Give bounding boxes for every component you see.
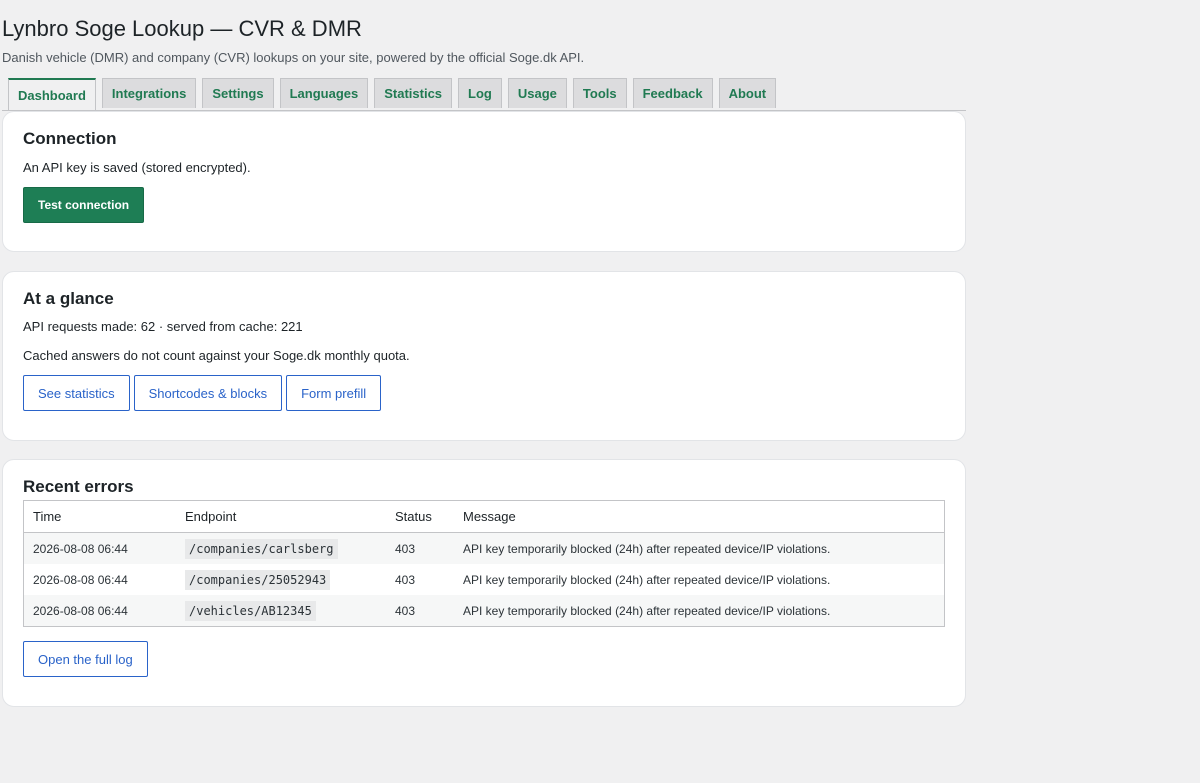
column-header-status: Status — [386, 500, 454, 533]
tab-integrations[interactable]: Integrations — [101, 78, 197, 108]
form-prefill-button[interactable]: Form prefill — [286, 375, 382, 411]
connection-card: Connection An API key is saved (stored e… — [2, 111, 966, 252]
glance-stats: API requests made: 62 · served from cach… — [23, 319, 303, 334]
cell-endpoint: /companies/carlsberg — [176, 532, 386, 564]
connection-status: An API key is saved (stored encrypted). — [23, 160, 251, 175]
page-subtitle: Danish vehicle (DMR) and company (CVR) l… — [2, 50, 585, 65]
connection-heading: Connection — [23, 129, 117, 148]
cell-message: API key temporarily blocked (24h) after … — [454, 595, 945, 627]
endpoint-code: /companies/25052943 — [185, 569, 331, 590]
table-row: 2026-08-08 06:44 /companies/25052943 403… — [23, 564, 945, 595]
cell-status: 403 — [386, 595, 454, 627]
cell-endpoint: /vehicles/AB12345 — [176, 595, 386, 627]
errors-heading: Recent errors — [23, 477, 134, 496]
test-connection-button[interactable]: Test connection — [23, 187, 145, 223]
page-title: Lynbro Soge Lookup — CVR & DMR — [2, 16, 362, 41]
glance-note: Cached answers do not count against your… — [23, 348, 410, 363]
cell-message: API key temporarily blocked (24h) after … — [454, 532, 945, 564]
see-statistics-button[interactable]: See statistics — [23, 375, 130, 411]
table-header-row: Time Endpoint Status Message — [23, 500, 945, 533]
glance-button-row: See statistics Shortcodes & blocks Form … — [23, 375, 385, 411]
cell-message: API key temporarily blocked (24h) after … — [454, 564, 945, 595]
errors-table: Time Endpoint Status Message 2026-08-08 … — [23, 500, 945, 627]
cell-endpoint: /companies/25052943 — [176, 564, 386, 595]
cell-status: 403 — [386, 532, 454, 564]
tab-usage[interactable]: Usage — [507, 78, 567, 108]
errors-card: Recent errors Time Endpoint Status Messa… — [2, 459, 966, 707]
glance-heading: At a glance — [23, 289, 114, 308]
column-header-time: Time — [23, 500, 176, 533]
tab-bar: Dashboard Integrations Settings Language… — [8, 78, 782, 110]
tab-languages[interactable]: Languages — [279, 78, 369, 108]
cell-status: 403 — [386, 564, 454, 595]
tab-statistics[interactable]: Statistics — [374, 78, 453, 108]
table-row: 2026-08-08 06:44 /companies/carlsberg 40… — [23, 532, 945, 564]
log-button-row: Open the full log — [23, 641, 152, 677]
cell-time: 2026-08-08 06:44 — [23, 532, 176, 564]
shortcodes-blocks-button[interactable]: Shortcodes & blocks — [133, 375, 283, 411]
column-header-message: Message — [454, 500, 945, 533]
glance-card: At a glance API requests made: 62 · serv… — [2, 271, 966, 441]
tab-dashboard[interactable]: Dashboard — [8, 78, 96, 110]
column-header-endpoint: Endpoint — [176, 500, 386, 533]
table-row: 2026-08-08 06:44 /vehicles/AB12345 403 A… — [23, 595, 945, 627]
tab-feedback[interactable]: Feedback — [632, 78, 713, 108]
tab-log[interactable]: Log — [458, 78, 502, 108]
endpoint-code: /companies/carlsberg — [185, 538, 338, 559]
cell-time: 2026-08-08 06:44 — [23, 564, 176, 595]
endpoint-code: /vehicles/AB12345 — [185, 600, 316, 621]
tab-tools[interactable]: Tools — [572, 78, 627, 108]
cell-time: 2026-08-08 06:44 — [23, 595, 176, 627]
tab-settings[interactable]: Settings — [202, 78, 274, 108]
open-full-log-button[interactable]: Open the full log — [23, 641, 148, 677]
tab-about[interactable]: About — [718, 78, 777, 108]
